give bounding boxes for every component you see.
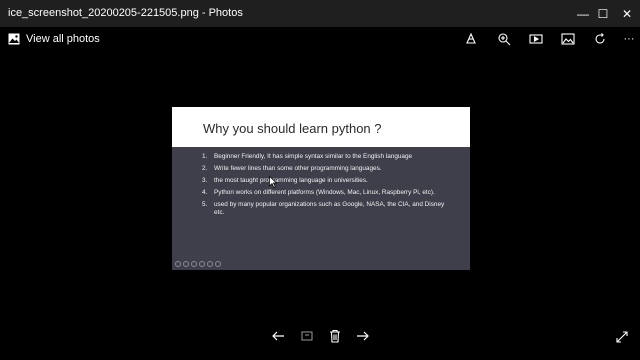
slideshow-button[interactable]	[527, 30, 545, 48]
next-icon	[357, 331, 369, 341]
photos-icon	[8, 33, 20, 45]
more-button[interactable]: ···	[620, 30, 638, 48]
view-all-photos-button[interactable]: View all photos	[8, 30, 100, 48]
next-button[interactable]	[352, 327, 374, 345]
maximize-icon: ☐	[597, 6, 609, 21]
title-bar: ice_screenshot_20200205-221505.png - Pho…	[0, 0, 640, 27]
rotate-icon	[595, 33, 605, 44]
fullscreen-button[interactable]	[613, 328, 631, 346]
slide-control-dot	[175, 261, 181, 267]
zoom-button[interactable]	[495, 30, 513, 48]
slide-bullet-list: 1. Beginner Friendly, It has simple synta…	[202, 153, 452, 221]
slide-control-dot	[183, 261, 189, 267]
slide-control-dot	[199, 261, 205, 267]
list-item: 1. Beginner Friendly, It has simple synta…	[202, 153, 452, 161]
draw-icon	[466, 32, 476, 44]
list-item: 2. Write fewer lines than some other prog…	[202, 165, 452, 173]
photo-image: Why you should learn python ? 1. Beginner…	[172, 107, 470, 270]
mouse-cursor-icon	[269, 176, 277, 188]
list-text: used by many popular organizations such …	[214, 201, 445, 216]
list-text: Beginner Friendly, It has simple syntax …	[214, 153, 413, 160]
list-number: 2.	[202, 165, 208, 172]
slide-control-dot	[191, 261, 197, 267]
delete-button[interactable]	[324, 327, 346, 345]
photo-viewer: View all photos ··· Why you should learn…	[0, 27, 640, 360]
slide-title: Why you should learn python ?	[203, 121, 382, 136]
previous-button[interactable]	[267, 327, 289, 345]
slide-control-dot	[207, 261, 213, 267]
maximize-button[interactable]: ☐	[590, 0, 616, 27]
rotate-button[interactable]	[591, 30, 609, 48]
list-number: 5.	[202, 201, 208, 208]
view-all-photos-label: View all photos	[26, 33, 100, 45]
zoom-in-icon	[498, 33, 511, 46]
list-text: the most taught programming language in …	[214, 177, 368, 184]
draw-button[interactable]	[462, 30, 480, 48]
list-item: 5. used by many popular organizations suc…	[202, 201, 452, 217]
edit-image-icon	[561, 33, 575, 45]
list-number: 4.	[202, 189, 208, 196]
fullscreen-icon	[616, 331, 628, 343]
list-number: 3.	[202, 177, 208, 184]
edit-image-button[interactable]	[559, 30, 577, 48]
list-text: Python works on different platforms (Win…	[214, 189, 435, 196]
list-number: 1.	[202, 153, 208, 160]
delete-icon	[330, 329, 340, 343]
list-text: Write fewer lines than some other progra…	[214, 165, 382, 172]
more-icon: ···	[623, 33, 635, 45]
info-icon	[301, 331, 313, 341]
list-item: 4. Python works on different platforms (W…	[202, 189, 452, 197]
slide-playback-controls	[175, 261, 221, 267]
minimize-icon: —	[577, 6, 589, 21]
list-item: 3. the most taught programming language i…	[202, 177, 452, 185]
slideshow-icon	[529, 34, 543, 44]
close-icon: ✕	[621, 6, 633, 21]
previous-icon	[272, 331, 284, 341]
slide-control-dot	[215, 261, 221, 267]
window-title: ice_screenshot_20200205-221505.png - Pho…	[8, 7, 243, 19]
info-button[interactable]	[296, 327, 318, 345]
close-button[interactable]: ✕	[614, 0, 640, 27]
slide-header: Why you should learn python ?	[172, 107, 470, 147]
